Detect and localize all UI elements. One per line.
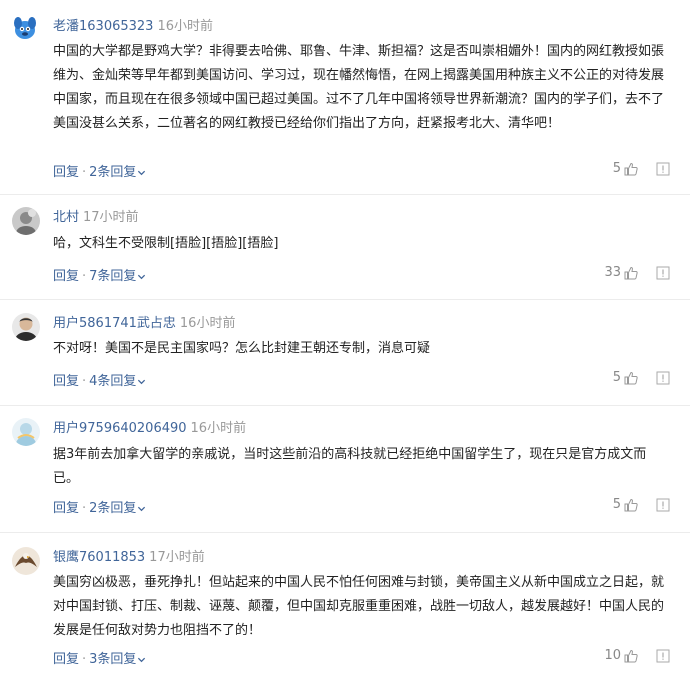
replies-count: 4条回复	[89, 374, 137, 389]
report-icon[interactable]	[656, 162, 670, 176]
comment-time: 16小时前	[157, 19, 213, 34]
replies-toggle[interactable]: 7条回复	[89, 269, 146, 284]
comment-text: 据3年前去加拿大留学的亲戚说，当时这些前沿的高科技就已经拒绝中国留学生了，现在只…	[53, 447, 647, 486]
avatar[interactable]	[11, 14, 39, 42]
username-link[interactable]: 用户5861741武占忠	[53, 316, 176, 331]
comment-header: 用户9759640206490 16小时前	[53, 420, 246, 438]
thumbs-up-icon[interactable]	[624, 371, 638, 385]
replies-count: 2条回复	[89, 501, 137, 516]
report-icon[interactable]	[656, 371, 670, 385]
username-link[interactable]: 用户9759640206490	[53, 421, 187, 436]
thumbs-up-icon[interactable]	[624, 162, 638, 176]
like-count: 10	[604, 648, 621, 663]
reply-button[interactable]: 回复	[53, 269, 79, 284]
report-icon[interactable]	[656, 649, 670, 663]
comment-item: 用户9759640206490 16小时前 据3年前去加拿大留学的亲戚说，当时这些…	[0, 406, 690, 533]
replies-count: 2条回复	[89, 165, 137, 180]
comment-item: 北村 17小时前 哈，文科生不受限制[捂脸][捂脸][捂脸] 回复 · 7条回复 33	[0, 195, 690, 300]
comment-item: 老潘163065323 16小时前 中国的大学都是野鸡大学？非得要去哈佛、耶鲁、牛…	[0, 0, 690, 195]
thumbs-up-icon[interactable]	[624, 266, 638, 280]
replies-count: 7条回复	[89, 269, 137, 284]
report-icon[interactable]	[656, 498, 670, 512]
comment-footer: 回复 · 7条回复	[53, 265, 146, 284]
chevron-down-icon	[138, 657, 146, 663]
comment-time: 17小时前	[149, 550, 205, 565]
thumbs-up-icon[interactable]	[624, 649, 638, 663]
replies-toggle[interactable]: 4条回复	[89, 374, 146, 389]
thumbs-up-icon[interactable]	[624, 498, 638, 512]
comment-text: 哈，文科生不受限制[捂脸][捂脸][捂脸]	[53, 236, 279, 251]
like-count: 33	[604, 265, 621, 280]
comment-actions: 10	[604, 648, 670, 663]
comment-time: 16小时前	[190, 421, 247, 436]
reply-button[interactable]: 回复	[53, 374, 79, 389]
report-icon[interactable]	[656, 266, 670, 280]
comment-text: 中国的大学都是野鸡大学？非得要去哈佛、耶鲁、牛津、斯担福？这是否叫崇相媚外！国内…	[53, 44, 665, 131]
username-link[interactable]: 北村	[53, 210, 79, 225]
comment-footer: 回复 · 3条回复	[53, 648, 146, 667]
comment-header: 北村 17小时前	[53, 209, 139, 227]
comment-actions: 5	[613, 370, 670, 385]
comment-actions: 5	[613, 497, 670, 512]
like-count: 5	[612, 497, 621, 512]
reply-button[interactable]: 回复	[53, 652, 79, 667]
chevron-down-icon	[138, 379, 146, 385]
comment-footer: 回复 · 2条回复	[53, 161, 146, 180]
replies-toggle[interactable]: 2条回复	[89, 165, 146, 180]
comment-item: 用户5861741武占忠 16小时前 不对呀！美国不是民主国家吗？怎么比封建王朝还…	[0, 300, 690, 406]
avatar[interactable]	[12, 418, 40, 446]
comment-actions: 33	[604, 265, 670, 280]
like-count: 5	[612, 161, 621, 176]
chevron-down-icon	[138, 274, 146, 280]
replies-toggle[interactable]: 3条回复	[89, 652, 146, 667]
comment-time: 17小时前	[83, 210, 139, 225]
comment-text: 不对呀！美国不是民主国家吗？怎么比封建王朝还专制，消息可疑	[53, 341, 431, 356]
reply-button[interactable]: 回复	[53, 165, 79, 180]
reply-button[interactable]: 回复	[53, 501, 79, 516]
comment-footer: 回复 · 4条回复	[53, 370, 146, 389]
username-link[interactable]: 银鹰76011853	[53, 550, 145, 565]
comment-list: 老潘163065323 16小时前 中国的大学都是野鸡大学？非得要去哈佛、耶鲁、牛…	[0, 0, 690, 691]
username-link[interactable]: 老潘163065323	[53, 19, 153, 34]
chevron-down-icon	[138, 170, 146, 176]
comment-header: 银鹰76011853 17小时前	[53, 549, 205, 567]
replies-toggle[interactable]: 2条回复	[89, 501, 146, 516]
avatar[interactable]	[12, 547, 40, 575]
replies-count: 3条回复	[89, 652, 137, 667]
comment-footer: 回复 · 2条回复	[53, 497, 146, 516]
avatar[interactable]	[12, 207, 40, 235]
like-count: 5	[612, 370, 621, 385]
comment-header: 用户5861741武占忠 16小时前	[53, 315, 235, 333]
avatar[interactable]	[12, 313, 40, 341]
comment-item: 银鹰76011853 17小时前 美国穷凶极恶，垂死挣扎！但站起来的中国人民不怕任…	[0, 533, 690, 691]
comment-header: 老潘163065323 16小时前	[53, 18, 213, 36]
comment-text: 美国穷凶极恶，垂死挣扎！但站起来的中国人民不怕任何困难与封锁，美帝国主义从新中国…	[53, 575, 665, 638]
comment-time: 16小时前	[179, 316, 236, 331]
comment-actions: 5	[613, 161, 670, 176]
chevron-down-icon	[138, 506, 146, 512]
